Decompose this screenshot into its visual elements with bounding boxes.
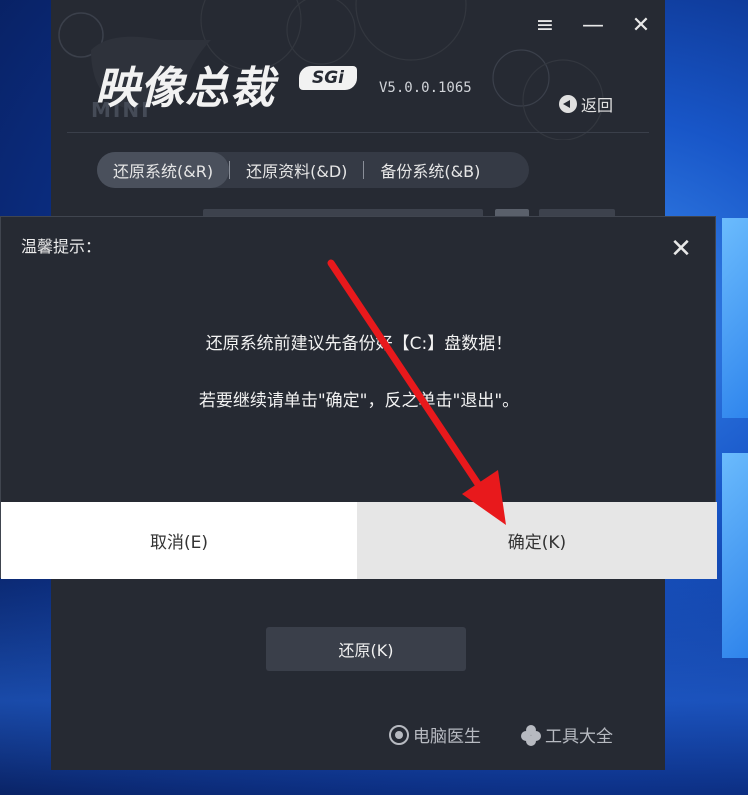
pc-doctor-icon <box>389 724 409 745</box>
warning-dialog: 温馨提示： ✕ 还原系统前建议先备份好【C:】盘数据！ 若要继续请单击"确定"，… <box>0 216 717 579</box>
dialog-message-line1: 还原系统前建议先备份好【C:】盘数据！ <box>205 334 513 354</box>
cancel-button[interactable]: 取消(E) <box>1 502 357 579</box>
windows-logo <box>722 218 748 658</box>
back-label: 返回 <box>581 96 614 115</box>
pc-doctor-label: 电脑医生 <box>413 727 481 747</box>
back-arrow-icon <box>559 95 577 113</box>
tab-restore-data[interactable]: 还原资料(&D) <box>230 152 363 188</box>
dialog-close-button[interactable]: ✕ <box>665 233 697 265</box>
ok-button[interactable]: 确定(K) <box>357 502 717 579</box>
restore-button[interactable]: 还原(K) <box>266 627 466 671</box>
toolbox-label: 工具大全 <box>545 727 613 747</box>
version-label: V5.0.0.1065 <box>379 80 472 96</box>
close-app-button[interactable]: ✕ <box>625 10 657 42</box>
clover-icon <box>521 724 541 746</box>
back-button[interactable]: 返回 <box>559 92 613 116</box>
toolbox-link[interactable]: 工具大全 <box>521 722 613 747</box>
header-divider <box>67 132 649 133</box>
dialog-message-line2: 若要继续请单击"确定"，反之单击"退出"。 <box>198 391 520 411</box>
dialog-button-bar: 取消(E) 确定(K) <box>1 502 717 579</box>
menu-button[interactable]: ≡ <box>529 10 561 42</box>
tab-restore-system[interactable]: 还原系统(&R) <box>97 152 230 188</box>
dialog-title: 温馨提示： <box>21 237 102 256</box>
tab-backup-system[interactable]: 备份系统(&B) <box>364 152 496 188</box>
tab-bar: 还原系统(&R) 还原资料(&D) 备份系统(&B) <box>97 152 529 188</box>
app-title: 映像总裁 <box>95 63 275 114</box>
pc-doctor-link[interactable]: 电脑医生 <box>389 722 481 747</box>
sgi-badge: SGi <box>299 66 357 90</box>
minimize-button[interactable]: — <box>577 10 609 42</box>
